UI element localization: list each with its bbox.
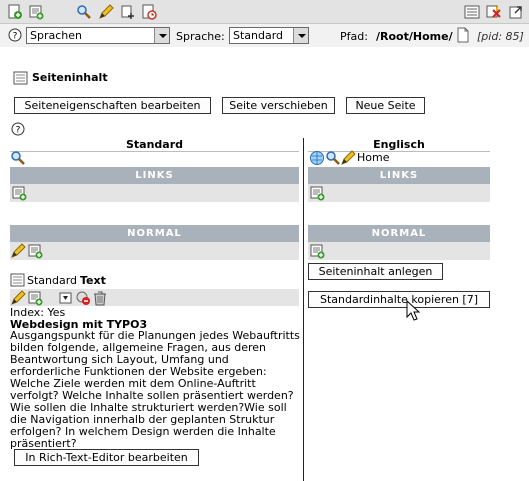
column-header-standard: Standard xyxy=(10,138,299,152)
mouse-cursor-icon xyxy=(406,299,421,322)
text-element-icon xyxy=(10,272,26,288)
edit-pencil-icon[interactable] xyxy=(98,4,114,20)
normal-panel xyxy=(10,242,299,260)
history-icon[interactable] xyxy=(141,4,157,20)
chevron-down-icon xyxy=(154,28,169,43)
edit-pencil-icon[interactable] xyxy=(10,290,26,306)
svg-text:?: ? xyxy=(16,126,21,136)
clear-cache-icon[interactable] xyxy=(486,4,502,20)
top-toolbar xyxy=(0,0,529,24)
copy-default-content-button[interactable]: Standardinhalte kopieren [7] xyxy=(308,291,490,308)
move-down-icon[interactable] xyxy=(58,290,74,306)
translated-page-title: Home xyxy=(357,151,390,164)
create-content-button[interactable]: Seiteninhalt anlegen xyxy=(308,263,443,280)
module-title: Seiteninhalt xyxy=(32,71,108,84)
section-bar-normal: NORMAL xyxy=(10,225,299,242)
edit-pencil-icon[interactable] xyxy=(340,150,356,166)
links-panel xyxy=(308,184,490,202)
open-new-window-icon[interactable] xyxy=(508,4,524,20)
svg-text:?: ? xyxy=(13,32,18,42)
trash-icon[interactable] xyxy=(92,290,108,306)
view-mode-select[interactable]: Sprachen xyxy=(26,27,170,44)
new-element-icon[interactable] xyxy=(27,290,43,306)
view-options-bar: ? Sprachen Sprache: Standard Pfad: /Root… xyxy=(0,24,529,47)
page-icon xyxy=(455,27,471,43)
language-label: Sprache: xyxy=(176,30,225,43)
normal-panel xyxy=(308,242,490,260)
new-element-icon[interactable] xyxy=(309,243,325,259)
new-element-icon[interactable] xyxy=(11,185,27,201)
help-icon[interactable]: ? xyxy=(11,122,27,138)
new-page-icon[interactable] xyxy=(7,4,23,20)
search-icon[interactable] xyxy=(10,150,26,166)
section-bar-normal: NORMAL xyxy=(308,225,490,242)
search-icon[interactable] xyxy=(325,150,341,166)
content-page-icon xyxy=(13,70,29,86)
list-view-icon[interactable] xyxy=(464,4,480,20)
element-type-label: Text xyxy=(80,274,106,287)
links-panel xyxy=(10,184,299,202)
hide-icon[interactable] xyxy=(75,290,91,306)
section-bar-links: LINKS xyxy=(308,167,490,184)
new-element-icon[interactable] xyxy=(309,185,325,201)
path-label: Pfad: xyxy=(340,30,368,43)
new-page-button[interactable]: Neue Seite xyxy=(346,97,425,114)
language-select[interactable]: Standard xyxy=(229,27,309,44)
chevron-down-icon xyxy=(293,28,308,43)
page-id: [pid: 85] xyxy=(477,30,524,43)
help-icon[interactable]: ? xyxy=(8,28,24,44)
path-value: /Root/Home/ xyxy=(376,30,453,43)
language-value: Standard xyxy=(233,29,284,42)
search-icon[interactable] xyxy=(76,4,92,20)
column-divider xyxy=(303,138,304,481)
element-language-label: Standard xyxy=(27,274,78,287)
move-page-button[interactable]: Seite verschieben xyxy=(222,97,335,114)
edit-page-properties-button[interactable]: Seiteneigenschaften bearbeiten xyxy=(14,97,211,114)
view-mode-value: Sprachen xyxy=(30,29,82,42)
move-page-icon[interactable] xyxy=(120,4,136,20)
element-toolbar xyxy=(10,289,299,306)
section-bar-links: LINKS xyxy=(10,167,299,184)
edit-pencil-icon[interactable] xyxy=(10,243,26,259)
new-element-icon[interactable] xyxy=(28,4,44,20)
page-translation-icon[interactable] xyxy=(309,150,325,166)
new-element-icon[interactable] xyxy=(27,243,43,259)
element-body-text: Ausgangspunkt für die Planungen jedes We… xyxy=(10,329,300,450)
rte-edit-button[interactable]: In Rich-Text-Editor bearbeiten xyxy=(14,449,199,466)
